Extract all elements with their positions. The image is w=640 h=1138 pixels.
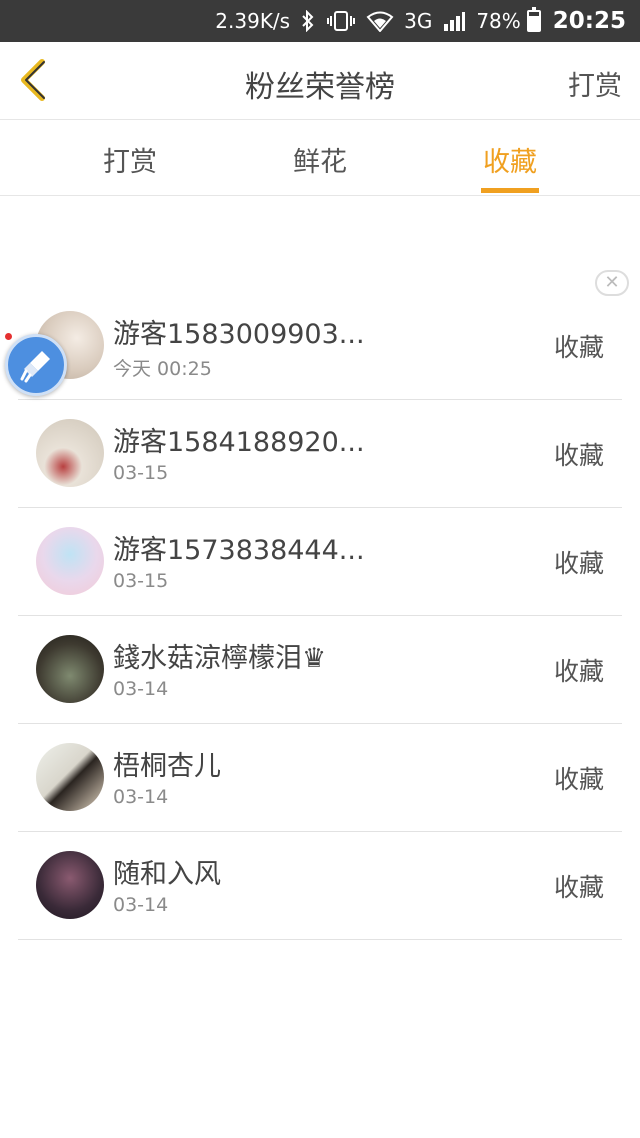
user-name: 游客1573838444... xyxy=(113,535,365,566)
list-item[interactable]: 錢水菇涼檸檬泪♛ 03-14 收藏 xyxy=(18,616,622,724)
user-name: 随和入风 xyxy=(113,859,221,890)
avatar[interactable] xyxy=(36,851,104,919)
user-name: 游客1584188920... xyxy=(113,427,365,458)
wifi-icon xyxy=(366,10,394,32)
broom-icon xyxy=(20,351,50,383)
action-label: 收藏 xyxy=(553,333,604,362)
battery-icon xyxy=(526,7,541,32)
battery-percent: 78% xyxy=(476,9,521,33)
action-label: 收藏 xyxy=(553,873,604,902)
tab-favorites[interactable]: 收藏 xyxy=(455,140,565,179)
bluetooth-icon xyxy=(300,10,316,32)
action-label: 收藏 xyxy=(553,765,604,794)
avatar[interactable] xyxy=(36,743,104,811)
item-date: 03-15 xyxy=(113,462,169,484)
nav-header: 粉丝荣誉榜 打赏 xyxy=(0,42,640,120)
tab-flowers[interactable]: 鲜花 xyxy=(265,140,375,179)
item-date: 03-15 xyxy=(113,570,169,592)
action-label: 收藏 xyxy=(553,657,604,686)
avatar[interactable] xyxy=(36,527,104,595)
item-date: 今天 00:25 xyxy=(113,358,212,380)
action-label: 收藏 xyxy=(553,549,604,578)
network-speed: 2.39K/s xyxy=(215,9,291,33)
vibrate-icon xyxy=(326,10,356,32)
clock: 20:25 xyxy=(552,8,626,34)
network-type: 3G xyxy=(404,9,433,33)
avatar[interactable] xyxy=(36,635,104,703)
floating-broom-button[interactable] xyxy=(5,334,67,396)
tip-button[interactable]: 打赏 xyxy=(568,64,622,103)
status-bar: 2.39K/s 3G 78% 20:25 xyxy=(0,0,640,42)
avatar[interactable] xyxy=(36,419,104,487)
signal-icon xyxy=(442,10,466,32)
user-name: 梧桐杏儿 xyxy=(113,751,221,782)
list-item[interactable]: 游客1573838444... 03-15 收藏 xyxy=(18,508,622,616)
user-name: 錢水菇涼檸檬泪♛ xyxy=(113,643,327,674)
item-date: 03-14 xyxy=(113,678,169,700)
list-item[interactable]: 游客1584188920... 03-15 收藏 xyxy=(18,400,622,508)
tab-bar: 打赏 鲜花 收藏 xyxy=(0,120,640,196)
list-item[interactable]: 游客1583009903... 今天 00:25 收藏 xyxy=(18,292,622,400)
user-name: 游客1583009903... xyxy=(113,319,365,350)
item-date: 03-14 xyxy=(113,786,169,808)
list-item[interactable]: 随和入风 03-14 收藏 xyxy=(18,832,622,940)
active-tab-indicator xyxy=(481,188,539,193)
action-label: 收藏 xyxy=(553,441,604,470)
page-title: 粉丝荣誉榜 xyxy=(245,70,395,105)
tab-tip[interactable]: 打赏 xyxy=(75,140,185,179)
list-item[interactable]: 梧桐杏儿 03-14 收藏 xyxy=(18,724,622,832)
fan-list: 游客1583009903... 今天 00:25 收藏 游客1584188920… xyxy=(18,292,622,940)
item-date: 03-14 xyxy=(113,894,169,916)
